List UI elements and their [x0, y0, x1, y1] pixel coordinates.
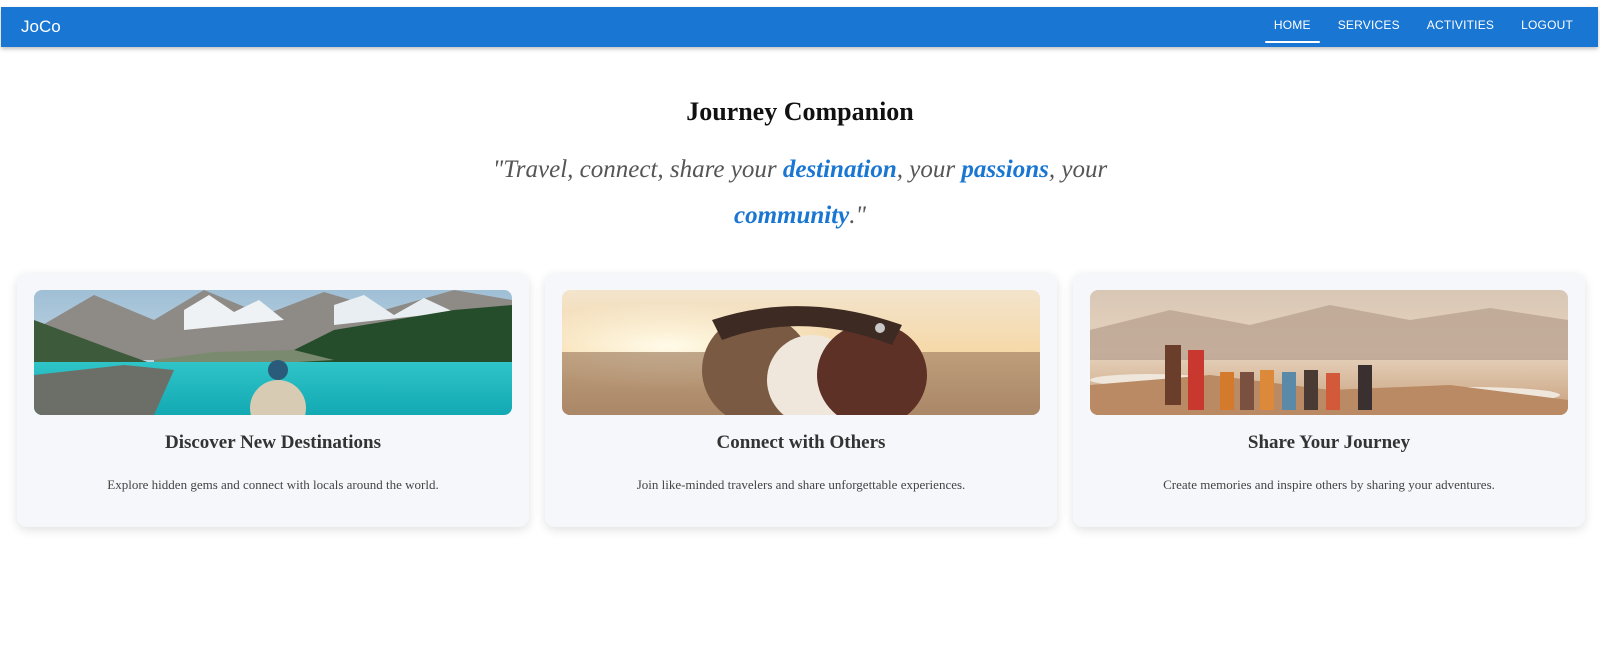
feature-card-connect: Connect with Others Join like-minded tra…	[545, 273, 1057, 527]
card-title: Connect with Others	[716, 432, 886, 453]
brand-logo[interactable]: JoCo	[21, 16, 61, 38]
tagline-destination: destination	[782, 156, 897, 183]
card-title: Share Your Journey	[1247, 432, 1411, 453]
page-title: Journey Companion	[686, 97, 914, 126]
top-app-bar: JoCo HOME SERVICES ACTIVITIES LOGOUT	[1, 7, 1598, 47]
celebrating-hikers-photo	[1090, 290, 1568, 415]
tagline-sep-1: , your	[896, 156, 962, 183]
card-description: Create memories and inspire others by sh…	[1163, 477, 1495, 492]
card-description: Join like-minded travelers and share unf…	[636, 477, 966, 492]
card-description: Explore hidden gems and connect with loc…	[107, 477, 439, 492]
nav-home[interactable]: HOME	[1264, 7, 1320, 47]
tagline-community: community	[733, 202, 850, 229]
card-title: Discover New Destinations	[164, 432, 381, 453]
beach-group-hug-photo	[562, 290, 1040, 415]
feature-card-share: Share Your Journey Create memories and i…	[1073, 273, 1585, 527]
nav-logout[interactable]: LOGOUT	[1512, 7, 1582, 47]
tagline-passions: passions	[961, 156, 1049, 183]
nav-activities[interactable]: ACTIVITIES	[1418, 7, 1503, 47]
tagline: "Travel, connect, share your destination…	[470, 147, 1130, 239]
feature-card-destinations: Discover New Destinations Explore hidden…	[17, 273, 529, 527]
tagline-close: ."	[849, 202, 867, 229]
nav-services[interactable]: SERVICES	[1329, 7, 1409, 47]
tagline-sep-2: , your	[1048, 156, 1108, 183]
nav-menu: HOME SERVICES ACTIVITIES LOGOUT	[1256, 7, 1582, 47]
tagline-open: "Travel, connect, share your	[492, 156, 783, 183]
mountain-lake-photo	[34, 290, 512, 415]
